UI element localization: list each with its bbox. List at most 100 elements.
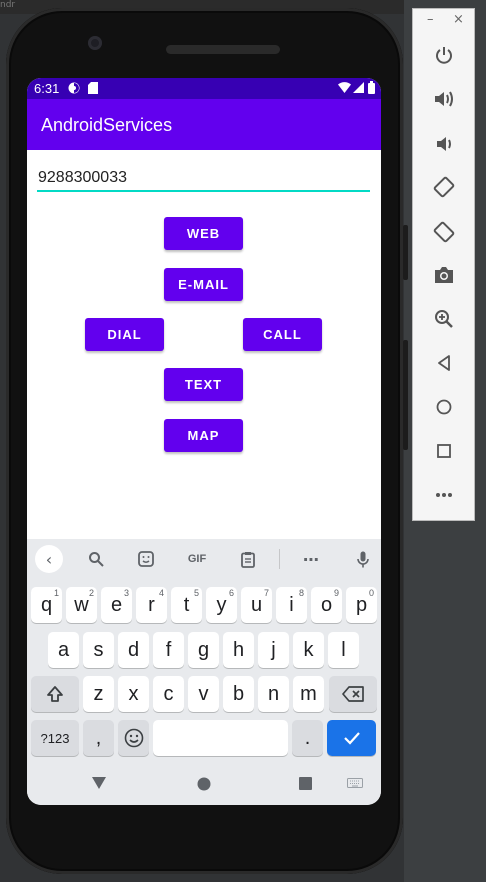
sd-card-icon: [88, 82, 98, 97]
phone-number-value: 9288300033: [38, 169, 127, 186]
signal-icon: [353, 82, 364, 96]
nav-home-icon[interactable]: [197, 777, 211, 791]
key-label: t: [183, 593, 190, 616]
key-t[interactable]: t5: [171, 587, 202, 623]
backspace-key[interactable]: [329, 676, 377, 712]
key-a[interactable]: a: [48, 632, 79, 668]
keyboard-collapse-button[interactable]: ‹: [35, 545, 63, 573]
key-b[interactable]: b: [223, 676, 254, 712]
phone-side-button: [403, 225, 408, 280]
minimize-button[interactable]: –: [427, 12, 434, 27]
emulator-toolbar: – ×: [412, 8, 475, 521]
period-key[interactable]: .: [292, 720, 323, 756]
key-l[interactable]: l: [328, 632, 359, 668]
key-label: o: [320, 593, 333, 616]
sticker-icon[interactable]: [134, 547, 158, 571]
shift-key[interactable]: [31, 676, 79, 712]
space-key[interactable]: [153, 720, 288, 756]
text-button[interactable]: TEXT: [164, 368, 243, 401]
key-u[interactable]: u7: [241, 587, 272, 623]
key-label: m: [300, 682, 317, 705]
key-r[interactable]: r4: [136, 587, 167, 623]
microphone-icon[interactable]: [351, 547, 375, 571]
ide-tab-fragment: ndr: [0, 0, 16, 10]
key-label: v: [198, 682, 209, 705]
key-e[interactable]: e3: [101, 587, 132, 623]
battery-icon: [368, 81, 375, 97]
key-h[interactable]: h: [223, 632, 254, 668]
key-i[interactable]: i8: [276, 587, 307, 623]
call-button[interactable]: CALL: [243, 318, 322, 351]
comma-key[interactable]: ,: [83, 720, 114, 756]
back-icon[interactable]: [431, 350, 457, 376]
key-s[interactable]: s: [83, 632, 114, 668]
key-w[interactable]: w2: [66, 587, 97, 623]
clipboard-icon[interactable]: [236, 547, 260, 571]
volume-up-icon[interactable]: [431, 86, 457, 112]
app-title: AndroidServices: [41, 115, 173, 135]
rotate-right-icon[interactable]: [431, 219, 457, 245]
power-icon[interactable]: [431, 42, 457, 68]
key-k[interactable]: k: [293, 632, 324, 668]
key-c[interactable]: c: [153, 676, 184, 712]
phone-side-button: [403, 340, 408, 450]
nav-back-icon[interactable]: [91, 776, 107, 790]
key-x[interactable]: x: [118, 676, 149, 712]
key-label: e: [110, 593, 123, 616]
overview-icon[interactable]: [431, 438, 457, 464]
volume-down-icon[interactable]: [431, 131, 457, 157]
dial-button[interactable]: DIAL: [85, 318, 164, 351]
home-icon[interactable]: [431, 394, 457, 420]
rotate-left-icon[interactable]: [431, 174, 457, 200]
enter-key[interactable]: [327, 720, 376, 756]
search-icon[interactable]: [84, 547, 108, 571]
key-f[interactable]: f: [153, 632, 184, 668]
front-camera: [88, 36, 102, 50]
chevron-left-icon: ‹: [45, 549, 53, 569]
key-v[interactable]: v: [188, 676, 219, 712]
key-hint-number: 1: [53, 588, 59, 598]
keyboard-switch-icon[interactable]: [347, 778, 363, 789]
key-z[interactable]: z: [83, 676, 114, 712]
emulator-title-bar: – ×: [413, 9, 474, 33]
more-icon[interactable]: [431, 482, 457, 508]
key-hint-number: 5: [193, 588, 199, 598]
key-o[interactable]: o9: [311, 587, 342, 623]
key-label: q: [40, 593, 53, 616]
key-label: b: [232, 682, 245, 705]
key-label: n: [267, 682, 280, 705]
email-button[interactable]: E-MAIL: [164, 268, 243, 301]
key-m[interactable]: m: [293, 676, 324, 712]
symbols-key[interactable]: ?123: [31, 720, 79, 756]
key-y[interactable]: y6: [206, 587, 237, 623]
more-options-icon[interactable]: ⋯: [299, 547, 323, 571]
app-bar: AndroidServices: [27, 99, 381, 150]
nav-overview-icon[interactable]: [299, 777, 312, 790]
key-g[interactable]: g: [188, 632, 219, 668]
key-d[interactable]: d: [118, 632, 149, 668]
device-screen: 6:31 AndroidServices 9288300033 WEB E-MA…: [27, 78, 381, 805]
key-n[interactable]: n: [258, 676, 289, 712]
checkmark-icon: [343, 732, 360, 745]
key-label: l: [341, 638, 346, 661]
close-button[interactable]: ×: [453, 12, 464, 27]
status-bar: 6:31: [27, 78, 381, 99]
key-hint-number: 8: [298, 588, 304, 598]
emoji-key[interactable]: [118, 720, 149, 756]
key-hint-number: 7: [263, 588, 269, 598]
key-q[interactable]: q1: [31, 587, 62, 623]
key-label: k: [303, 638, 314, 661]
key-label: f: [165, 638, 172, 661]
zoom-icon[interactable]: [431, 306, 457, 332]
web-button[interactable]: WEB: [164, 217, 243, 250]
map-button[interactable]: MAP: [164, 419, 243, 452]
key-p[interactable]: p0: [346, 587, 377, 623]
gif-button[interactable]: GIF: [184, 547, 210, 571]
key-label: w: [74, 593, 89, 616]
phone-number-input[interactable]: 9288300033: [37, 165, 370, 192]
key-hint-number: 9: [333, 588, 339, 598]
key-j[interactable]: j: [258, 632, 289, 668]
camera-icon[interactable]: [431, 262, 457, 288]
emoji-icon: [124, 728, 143, 748]
key-label: u: [250, 593, 263, 616]
